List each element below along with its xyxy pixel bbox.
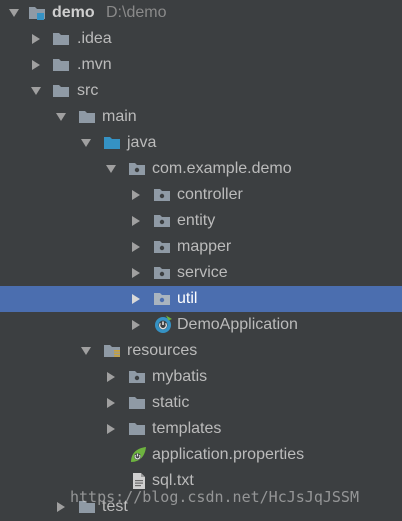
resources-folder-icon — [104, 345, 120, 357]
tree-row-templates[interactable]: templates — [0, 416, 402, 442]
tree-row-resources[interactable]: resources — [0, 338, 402, 364]
tree-row-demo-application[interactable]: DemoApplication — [0, 312, 402, 338]
spring-boot-class-icon — [155, 315, 172, 333]
tree-label-sql-txt: sql.txt — [152, 472, 194, 489]
triangle-right-icon[interactable] — [55, 501, 67, 513]
triangle-down-icon[interactable] — [55, 111, 67, 123]
package-icon — [154, 267, 170, 279]
triangle-right-icon[interactable] — [130, 241, 142, 253]
text-file-icon — [133, 473, 145, 489]
tree-row-application-properties[interactable]: application.properties — [0, 442, 402, 468]
triangle-right-icon[interactable] — [130, 293, 142, 305]
triangle-right-icon[interactable] — [105, 371, 117, 383]
tree-row-main[interactable]: main — [0, 104, 402, 130]
package-icon — [154, 189, 170, 201]
folder-icon — [53, 59, 69, 71]
tree-label-static: static — [152, 394, 190, 411]
tree-path-hint: D:\demo — [106, 4, 167, 21]
package-icon — [154, 293, 170, 305]
triangle-right-icon[interactable] — [30, 33, 42, 45]
tree-row-mvn[interactable]: .mvn — [0, 52, 402, 78]
tree-row-idea[interactable]: .idea — [0, 26, 402, 52]
folder-icon — [53, 33, 69, 45]
tree-row-demo[interactable]: demo D:\demo — [0, 0, 402, 26]
project-tree: demo D:\demo .idea .mvn src main java co… — [0, 0, 402, 521]
tree-label-mybatis: mybatis — [152, 368, 208, 385]
tree-label-demo: demo — [52, 4, 95, 21]
tree-label-java: java — [127, 134, 157, 151]
tree-label-entity: entity — [177, 212, 216, 229]
package-icon — [154, 215, 170, 227]
triangle-right-icon[interactable] — [130, 267, 142, 279]
source-folder-icon — [104, 137, 120, 149]
triangle-right-icon[interactable] — [130, 215, 142, 227]
tree-row-test[interactable]: test — [0, 494, 402, 520]
triangle-down-icon[interactable] — [80, 137, 92, 149]
tree-row-package[interactable]: com.example.demo — [0, 156, 402, 182]
tree-label-controller: controller — [177, 186, 243, 203]
tree-row-mapper[interactable]: mapper — [0, 234, 402, 260]
package-icon — [154, 241, 170, 253]
triangle-down-icon[interactable] — [80, 345, 92, 357]
tree-row-mybatis[interactable]: mybatis — [0, 364, 402, 390]
tree-row-entity[interactable]: entity — [0, 208, 402, 234]
tree-row-java[interactable]: java — [0, 130, 402, 156]
triangle-right-icon[interactable] — [130, 189, 142, 201]
tree-label-service: service — [177, 264, 228, 281]
folder-icon — [129, 397, 145, 409]
tree-row-controller[interactable]: controller — [0, 182, 402, 208]
triangle-down-icon[interactable] — [105, 163, 117, 175]
package-icon — [129, 163, 145, 175]
tree-label-src: src — [77, 82, 99, 99]
tree-label-templates: templates — [152, 420, 222, 437]
tree-row-src[interactable]: src — [0, 78, 402, 104]
tree-label-resources: resources — [127, 342, 198, 359]
spring-boot-properties-icon — [131, 447, 146, 462]
triangle-right-icon[interactable] — [105, 423, 117, 435]
tree-label-mapper: mapper — [177, 238, 232, 255]
tree-label-main: main — [102, 108, 137, 125]
triangle-right-icon[interactable] — [30, 59, 42, 71]
module-folder-icon — [29, 7, 45, 20]
tree-label-test: test — [102, 498, 128, 515]
triangle-down-icon[interactable] — [30, 85, 42, 97]
folder-icon — [129, 423, 145, 435]
tree-label-demo-application: DemoApplication — [177, 316, 298, 333]
triangle-right-icon[interactable] — [105, 397, 117, 409]
tree-label-idea: .idea — [77, 30, 112, 47]
tree-row-service[interactable]: service — [0, 260, 402, 286]
tree-label-util: util — [177, 290, 198, 307]
folder-icon — [79, 111, 95, 123]
folder-icon — [79, 501, 95, 513]
tree-label-mvn: .mvn — [77, 56, 112, 73]
tree-label-application-properties: application.properties — [152, 446, 305, 463]
tree-row-sql-txt[interactable]: sql.txt — [0, 468, 402, 494]
triangle-right-icon[interactable] — [130, 319, 142, 331]
tree-row-static[interactable]: static — [0, 390, 402, 416]
folder-icon — [53, 85, 69, 97]
package-icon — [129, 371, 145, 383]
tree-row-util[interactable]: util — [0, 286, 402, 312]
triangle-down-icon[interactable] — [8, 7, 20, 19]
tree-label-package: com.example.demo — [152, 160, 292, 177]
